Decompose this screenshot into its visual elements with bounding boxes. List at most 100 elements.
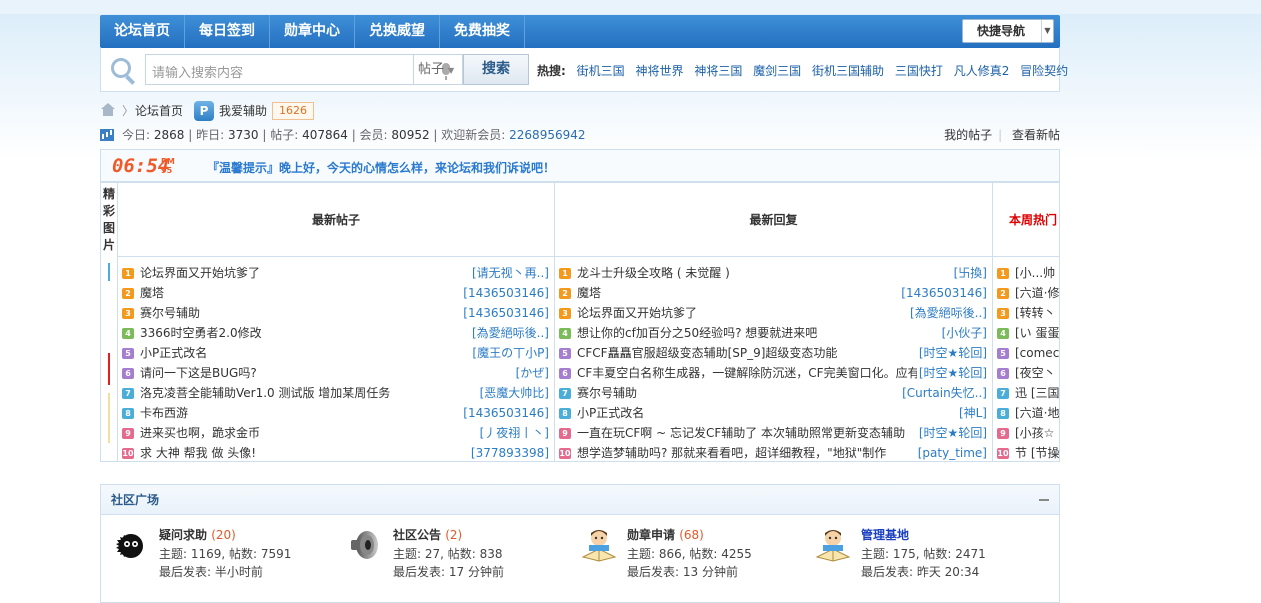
topic-author[interactable]: [1436503146]: [899, 283, 987, 303]
topic-title[interactable]: 龙斗士升级全攻略 ( 未觉醒 ): [577, 263, 730, 283]
topic-row[interactable]: 3 [转转丶: [993, 303, 1059, 323]
topic-title[interactable]: 小P正式改名: [140, 343, 207, 363]
topic-author[interactable]: [时空★轮回]: [916, 343, 987, 363]
topic-title[interactable]: 请问一下这是BUG吗?: [140, 363, 257, 383]
nav-exchange[interactable]: 兑换威望: [355, 15, 440, 48]
hot-search-link[interactable]: 街机三国辅助: [812, 64, 884, 78]
topic-row[interactable]: 10 想学造梦辅助吗? 那就来看看吧，超详细教程，"地狱"制作 [paty_time…: [555, 443, 992, 461]
newest-member-link[interactable]: 2268956942: [509, 128, 585, 142]
forum-card[interactable]: 社区公告 (2) 主题: 27, 帖数: 838 最后发表: 17 分钟前: [347, 527, 581, 587]
topic-row[interactable]: 10 求 大神 帮我 做 头像! [377893398]: [118, 443, 554, 461]
topic-title[interactable]: 赛尔号辅助: [577, 383, 637, 403]
featured-images-tab[interactable]: 精彩图片: [101, 183, 118, 461]
topic-author[interactable]: [1436503146]: [461, 303, 549, 323]
search-button[interactable]: 搜索: [463, 54, 529, 85]
topic-title[interactable]: 想让你的cf加百分之50经验吗? 想要就进来吧: [577, 323, 817, 343]
hot-search-link[interactable]: 街机三国: [577, 64, 625, 78]
topic-row[interactable]: 3 论坛界面又开始坑爹了 [為愛絕呩後..]: [555, 303, 992, 323]
topic-row[interactable]: 1 龙斗士升级全攻略 ( 未觉醒 ) [卐換]: [555, 263, 992, 283]
topic-title[interactable]: [转转丶: [1015, 303, 1056, 323]
nav-medals[interactable]: 勋章中心: [270, 15, 355, 48]
topic-row[interactable]: 5 [comec: [993, 343, 1059, 363]
topic-title[interactable]: 求 大神 帮我 做 头像!: [140, 443, 256, 461]
forum-card[interactable]: 疑问求助 (20) 主题: 1169, 帖数: 7591 最后发表: 半小时前: [113, 527, 347, 587]
topic-row[interactable]: 2 魔塔 [1436503146]: [555, 283, 992, 303]
nav-lottery[interactable]: 免费抽奖: [440, 15, 525, 48]
topic-title[interactable]: 3366时空勇者2.0修改: [140, 323, 262, 343]
topic-row[interactable]: 2 [六道·修: [993, 283, 1059, 303]
topic-author[interactable]: [丿夜祤丨丶]: [477, 423, 549, 443]
topic-author[interactable]: [paty_time]: [915, 443, 987, 461]
forum-card[interactable]: 勋章申请 (68) 主题: 866, 帖数: 4255 最后发表: 13 分钟前: [581, 527, 815, 587]
topic-author[interactable]: [1436503146]: [461, 403, 549, 423]
topic-author[interactable]: [请无视丶再..]: [470, 263, 549, 283]
topic-row[interactable]: 9 [小孩☆: [993, 423, 1059, 443]
topic-title[interactable]: 想学造梦辅助吗? 那就来看看吧，超详细教程，"地狱"制作: [577, 443, 886, 461]
topic-row[interactable]: 1 论坛界面又开始坑爹了 [请无视丶再..]: [118, 263, 554, 283]
topic-author[interactable]: [為愛絕呩後..]: [470, 323, 549, 343]
topic-row[interactable]: 8 [六道·地: [993, 403, 1059, 423]
topic-row[interactable]: 4 3366时空勇者2.0修改 [為愛絕呩後..]: [118, 323, 554, 343]
topic-row[interactable]: 6 请问一下这是BUG吗? [かぜ]: [118, 363, 554, 383]
topic-author[interactable]: [时空★轮回]: [916, 423, 987, 443]
topic-author[interactable]: [卐換]: [951, 263, 987, 283]
topic-title[interactable]: 进来买也啊，跪求金币: [140, 423, 260, 443]
quick-nav-button[interactable]: 快捷导航 ▼: [962, 19, 1054, 43]
topic-title[interactable]: CF丰夏空白名称生成器，一键解除防沉迷，CF完美窗口化。应有: [577, 363, 920, 383]
topic-author[interactable]: [恶魔大帅比]: [477, 383, 549, 403]
forum-card[interactable]: 管理基地 主题: 175, 帖数: 2471 最后发表: 昨天 20:34: [815, 527, 1049, 587]
topic-title[interactable]: 论坛界面又开始坑爹了: [140, 263, 260, 283]
topic-row[interactable]: 8 小P正式改名 [神L]: [555, 403, 992, 423]
topic-title[interactable]: 卡布西游: [140, 403, 188, 423]
topic-title[interactable]: 赛尔号辅助: [140, 303, 200, 323]
topic-title[interactable]: 魔塔: [140, 283, 164, 303]
topic-row[interactable]: 5 小P正式改名 [魔王の丅小P]: [118, 343, 554, 363]
topic-row[interactable]: 9 进来买也啊，跪求金币 [丿夜祤丨丶]: [118, 423, 554, 443]
topic-title[interactable]: 小P正式改名: [577, 403, 644, 423]
topic-title[interactable]: CFCF矗矗官服超级变态辅助[SP_9]超级变态功能: [577, 343, 837, 363]
topic-title[interactable]: [六道·地: [1015, 403, 1059, 423]
new-posts-link[interactable]: 查看新帖: [1012, 128, 1060, 142]
topic-row[interactable]: 10 节 [节操: [993, 443, 1059, 461]
hot-search-link[interactable]: 三国快打: [895, 64, 943, 78]
topic-row[interactable]: 8 卡布西游 [1436503146]: [118, 403, 554, 423]
topic-author[interactable]: [神L]: [956, 403, 987, 423]
search-type-select[interactable]: 帖子 ▼: [413, 54, 463, 85]
topic-row[interactable]: 2 魔塔 [1436503146]: [118, 283, 554, 303]
breadcrumb-home[interactable]: 论坛首页: [135, 100, 183, 122]
topic-author[interactable]: [かぜ]: [513, 363, 549, 383]
hot-search-link[interactable]: 凡人修真2: [954, 64, 1010, 78]
topic-title[interactable]: [六道·修: [1015, 283, 1059, 303]
topic-title[interactable]: 魔塔: [577, 283, 601, 303]
topic-title[interactable]: [夜空丶: [1015, 363, 1056, 383]
topic-author[interactable]: [时空★轮回]: [916, 363, 987, 383]
topic-title[interactable]: [小孩☆: [1015, 423, 1054, 443]
topic-title[interactable]: 迅 [三国: [1015, 383, 1059, 403]
topic-row[interactable]: 1 [小...帅: [993, 263, 1059, 283]
topic-title[interactable]: 论坛界面又开始坑爹了: [577, 303, 697, 323]
topic-row[interactable]: 3 赛尔号辅助 [1436503146]: [118, 303, 554, 323]
home-icon[interactable]: [100, 103, 116, 117]
topic-row[interactable]: 6 CF丰夏空白名称生成器，一键解除防沉迷，CF完美窗口化。应有 [时空★轮回]: [555, 363, 992, 383]
topic-author[interactable]: [377893398]: [468, 443, 549, 461]
topic-title[interactable]: 一直在玩CF啊 ~ 忘记发CF辅助了 本次辅助照常更新变态辅助: [577, 423, 905, 443]
topic-title[interactable]: 节 [节操: [1015, 443, 1059, 461]
topic-row[interactable]: 5 CFCF矗矗官服超级变态辅助[SP_9]超级变态功能 [时空★轮回]: [555, 343, 992, 363]
topic-title[interactable]: [い 蛋蛋: [1015, 323, 1059, 343]
topic-row[interactable]: 4 [い 蛋蛋: [993, 323, 1059, 343]
topic-author[interactable]: [小伙子]: [939, 323, 987, 343]
topic-row[interactable]: 7 洛克凌菩全能辅助Ver1.0 测试版 增加某周任务 [恶魔大帅比]: [118, 383, 554, 403]
topic-row[interactable]: 6 [夜空丶: [993, 363, 1059, 383]
nav-checkin[interactable]: 每日签到: [185, 15, 270, 48]
topic-title[interactable]: [comec: [1015, 343, 1059, 363]
topic-row[interactable]: 4 想让你的cf加百分之50经验吗? 想要就进来吧 [小伙子]: [555, 323, 992, 343]
topic-author[interactable]: [1436503146]: [461, 283, 549, 303]
collapse-icon[interactable]: [1039, 499, 1049, 501]
topic-row[interactable]: 9 一直在玩CF啊 ~ 忘记发CF辅助了 本次辅助照常更新变态辅助 [时空★轮回]: [555, 423, 992, 443]
topic-title[interactable]: 洛克凌菩全能辅助Ver1.0 测试版 增加某周任务: [140, 383, 390, 403]
hot-search-link[interactable]: 神将世界: [635, 64, 683, 78]
breadcrumb-forum[interactable]: 我爱辅助: [219, 100, 267, 122]
my-posts-link[interactable]: 我的帖子: [944, 128, 992, 142]
topic-author[interactable]: [為愛絕呩後..]: [908, 303, 987, 323]
topic-row[interactable]: 7 赛尔号辅助 [Curtain失忆..]: [555, 383, 992, 403]
